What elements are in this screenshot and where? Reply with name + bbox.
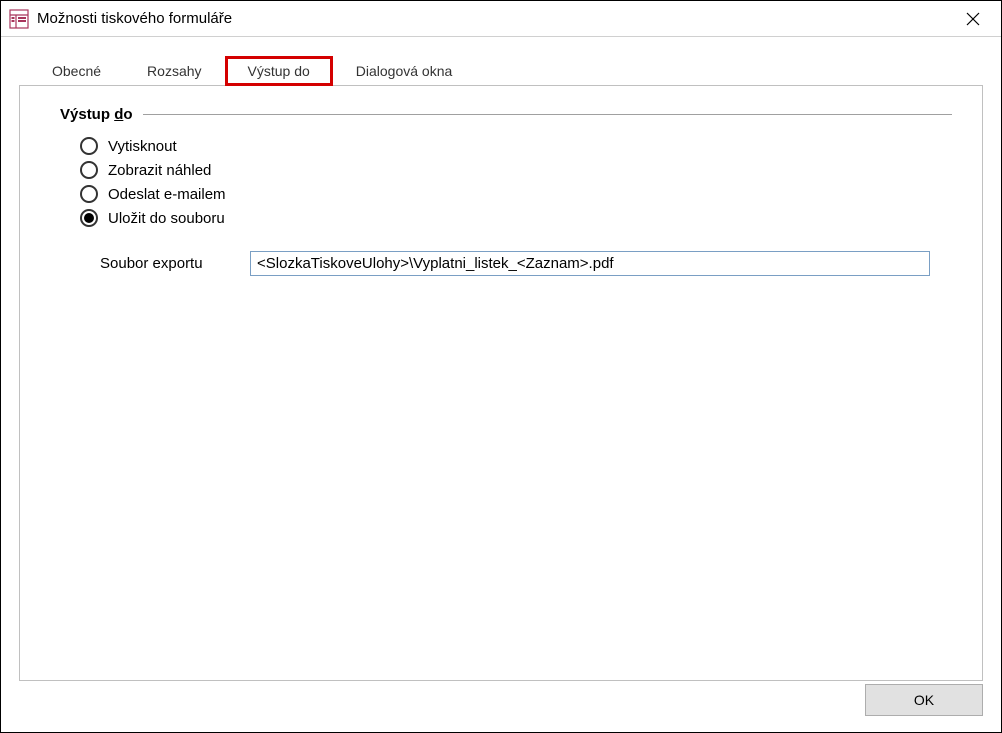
section-header: Výstup do [60,106,952,123]
app-icon [9,9,29,29]
radio-icon [80,185,98,203]
radio-icon [80,161,98,179]
radio-label-preview: Zobrazit náhled [108,162,211,179]
tab-dialog-windows[interactable]: Dialogová okna [333,56,476,86]
radio-label-print: Vytisknout [108,138,177,155]
footer: OK [865,684,983,716]
ok-button[interactable]: OK [865,684,983,716]
radio-icon-selected [80,209,98,227]
radio-print[interactable]: Vytisknout [80,137,952,155]
radio-group-output: Vytisknout Zobrazit náhled Odeslat e-mai… [80,137,952,227]
section-title: Výstup do [60,106,133,123]
close-icon [966,12,980,26]
section-divider [143,114,952,115]
window-title: Možnosti tiskového formuláře [37,10,953,27]
tab-output-to[interactable]: Výstup do [225,56,333,86]
close-button[interactable] [953,1,993,37]
radio-label-save-file: Uložit do souboru [108,210,225,227]
tabs: Obecné Rozsahy Výstup do Dialogová okna [29,55,983,85]
section-title-accel: d [114,106,123,123]
section-title-suffix: o [123,106,132,123]
radio-preview[interactable]: Zobrazit náhled [80,161,952,179]
tab-panel-output: Výstup do Vytisknout Zobrazit náhled Ode… [19,85,983,681]
export-file-label: Soubor exportu [100,255,250,272]
titlebar: Možnosti tiskového formuláře [1,1,1001,37]
content-area: Obecné Rozsahy Výstup do Dialogová okna … [1,37,1001,732]
radio-icon [80,137,98,155]
tab-general[interactable]: Obecné [29,56,124,86]
radio-label-email: Odeslat e-mailem [108,186,226,203]
tab-ranges[interactable]: Rozsahy [124,56,224,86]
radio-email[interactable]: Odeslat e-mailem [80,185,952,203]
export-file-input[interactable] [250,251,930,276]
radio-save-file[interactable]: Uložit do souboru [80,209,952,227]
section-title-prefix: Výstup [60,106,114,123]
export-file-row: Soubor exportu [100,251,952,276]
